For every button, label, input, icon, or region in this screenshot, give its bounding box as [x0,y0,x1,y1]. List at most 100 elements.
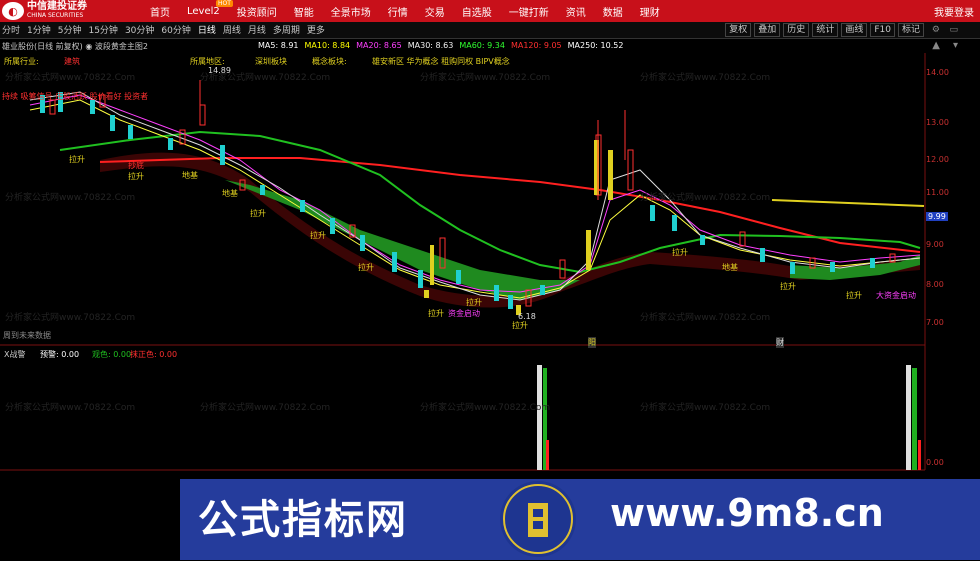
watermark-text: 分析家公式网www.70822.Com [420,403,551,413]
minimize-icon[interactable]: ▭ [949,25,958,35]
tool-stats[interactable]: 统计 [812,23,839,37]
period-week[interactable]: 周线 [223,23,241,36]
ma5-label: MA5: 8.91 [258,41,299,50]
kline-chart [0,53,926,471]
ma60-label: MA60: 9.34 [459,41,505,50]
axis-tick: 7.00 [926,318,944,327]
logo-subtitle: CHINA SECURITIES [27,12,84,19]
logo-title: 中信建投证券 [27,1,87,12]
login-link[interactable]: 我要登录 [934,4,974,19]
period-1m[interactable]: 1分钟 [27,23,51,36]
menu-trade[interactable]: 交易 [425,4,445,19]
tool-adjust[interactable]: 复权 [725,23,752,37]
watermark-text: 分析家公式网www.70822.Com [5,73,136,83]
seal-icon [500,481,576,557]
banner-url: www.9m8.cn [610,491,884,535]
signal-dazijin: 大资金启动 [876,291,916,300]
watermark-text: 分析家公式网www.70822.Com [5,403,136,413]
concept-label: 概念板块: [312,57,347,66]
menu-quote[interactable]: 行情 [388,4,408,19]
settings-icon[interactable]: ⚙ [932,25,940,35]
watermark-banner: 公式指标网 www.9m8.cn [180,479,980,560]
industry-value: 建筑 [64,57,80,66]
watermark-text: 分析家公式网www.70822.Com [640,193,771,203]
top-menu-bar: ◐ 中信建投证券 CHINA SECURITIES 首页 Level2 投资顾问… [0,0,980,22]
watermark-text: 分析家公式网www.70822.Com [5,193,136,203]
menu-data[interactable]: 数据 [603,4,623,19]
period-5m[interactable]: 5分钟 [58,23,82,36]
tool-f10[interactable]: F10 [870,23,895,37]
signal-lasheng: 拉升 [358,263,374,272]
signal-lasheng: 拉升 [672,248,688,257]
axis-tick: 8.00 [926,280,944,289]
tool-overlay[interactable]: 叠加 [754,23,781,37]
ma250-label: MA250: 10.52 [567,41,624,50]
menu-watchlist[interactable]: 自选股 [462,4,492,19]
menu-ipo[interactable]: 一键打新 [509,4,549,19]
axis-tick: 12.00 [926,155,949,164]
axis-tick: 13.00 [926,118,949,127]
menu-market[interactable]: 全景市场 [331,4,371,19]
axis-tick: 11.00 [926,188,949,197]
watermark-text: 分析家公式网www.70822.Com [640,313,771,323]
signal-lasheng: 拉升 [512,321,528,330]
axis-tick: 9.00 [926,240,944,249]
broker-logo: ◐ 中信建投证券 CHINA SECURITIES [2,1,87,21]
chart-down-icon[interactable]: ▾ [953,40,958,51]
signal-lasheng: 拉升 [69,155,85,164]
watermark-text: 分析家公式网www.70822.Com [420,73,551,83]
watermark-text: 分析家公式网www.70822.Com [200,403,331,413]
menu-home[interactable]: 首页 [150,4,170,19]
ma10-label: MA10: 8.84 [304,41,351,50]
period-30m[interactable]: 30分钟 [125,23,154,36]
ma20-label: MA20: 8.65 [356,41,402,50]
tool-mark[interactable]: 标记 [897,23,924,37]
menu-news[interactable]: 资讯 [566,4,586,19]
signal-diji: 地基 [182,171,198,180]
banner-title: 公式指标网 [198,497,408,543]
signal-lasheng: 拉升 [846,291,862,300]
signal-lasheng: 拉升 [466,298,482,307]
indicator-name: 波段黄金主图2 [94,42,148,51]
period-multi[interactable]: 多周期 [273,23,300,36]
signal-chuxian: 抄底 [128,161,144,170]
current-price-tag: 9.99 [926,212,948,221]
chart-header: 雄业股份(日线 前复权) ◉ 波段黄金主图2 MA5: 8.91 MA10: 8… [0,40,980,53]
signal-lasheng: 拉升 [428,309,444,318]
signal-lasheng: 拉升 [780,282,796,291]
menu-advisor[interactable]: 投资顾问 [237,4,277,19]
ma30-label: MA30: 8.63 [407,41,454,50]
logo-icon: ◐ [2,2,24,20]
signal-diji: 地基 [722,263,738,272]
lower-value-3: 抹正色: 0.00 [130,350,178,359]
watermark-text: 分析家公式网www.70822.Com [5,313,136,323]
event-marker[interactable]: 财 [776,337,784,348]
tool-draw[interactable]: 画线 [841,23,868,37]
watermark-text: 分析家公式网www.70822.Com [640,73,771,83]
lower-value-2: 观色: 0.00 [92,350,132,359]
signal-zijin: 资金启动 [448,309,480,318]
future-data-label: 周到未来数据 [3,331,51,340]
industry-label: 所属行业: [4,57,39,66]
axis-tick: 0.00 [926,458,944,467]
period-more[interactable]: 更多 [307,23,325,36]
period-60m[interactable]: 60分钟 [161,23,190,36]
chart-up-icon[interactable]: ▲ [932,40,940,51]
menu-level2[interactable]: Level2 [187,6,220,17]
period-day[interactable]: 日线 [198,23,216,36]
menu-finance[interactable]: 理财 [640,4,660,19]
period-15m[interactable]: 15分钟 [88,23,117,36]
period-tick[interactable]: 分时 [2,23,20,36]
signal-text: 持续 吸筹信号 庄股活跃 股价看好 投资者 [2,92,149,101]
stock-title: 雄业股份(日线 前复权) ◉ 波段黄金主图2 [2,42,148,51]
axis-tick: 14.00 [926,68,949,77]
concept-value: 雄安新区 华为概念 租购同权 BIPV概念 [372,57,510,66]
menu-smart[interactable]: 智能 [294,4,314,19]
ma-legend: MA5: 8.91 MA10: 8.84 MA20: 8.65 MA30: 8.… [258,41,629,50]
tool-history[interactable]: 历史 [783,23,810,37]
period-month[interactable]: 月线 [248,23,266,36]
high-price: 14.89 [208,66,231,75]
lower-title[interactable]: X战警 [4,349,25,360]
event-marker[interactable]: 阳 [588,337,596,348]
watermark-text: 分析家公式网www.70822.Com [640,403,771,413]
